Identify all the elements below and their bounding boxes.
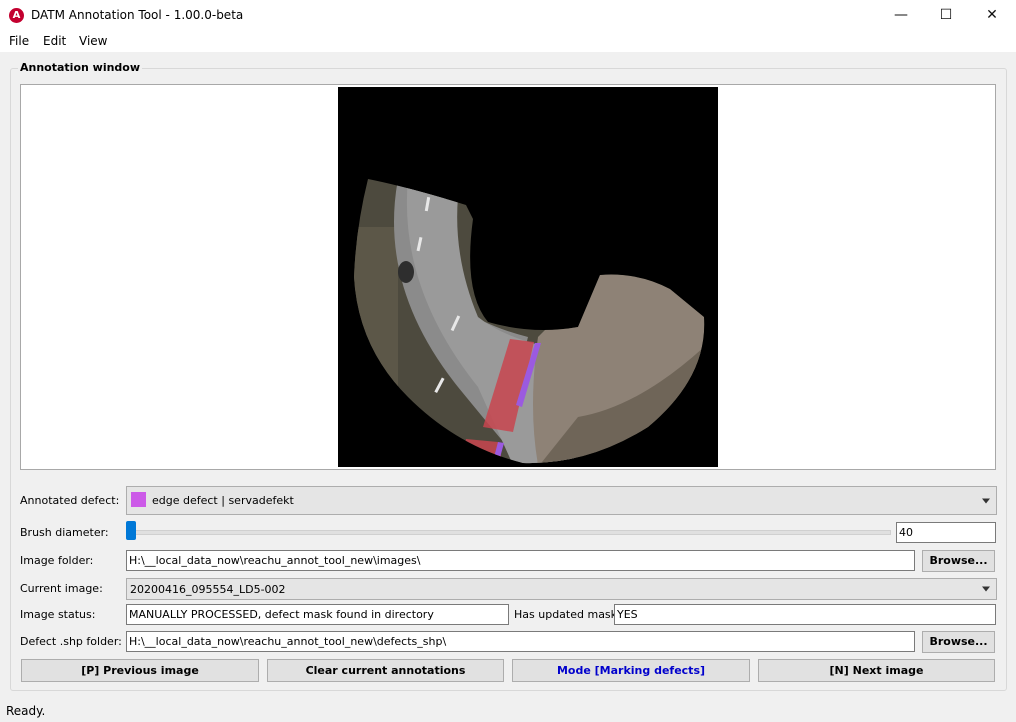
clear-annotations-button[interactable]: Clear current annotations [267, 659, 504, 682]
shp-folder-field[interactable]: H:\__local_data_now\reachu_annot_tool_ne… [126, 631, 915, 652]
current-image-value: 20200416_095554_LD5-002 [130, 583, 286, 596]
brush-diameter-label: Brush diameter: [20, 526, 109, 539]
menu-bar: File Edit View [0, 31, 1016, 52]
mode-button[interactable]: Mode [Marking defects] [512, 659, 750, 682]
status-bar-text: Ready. [6, 704, 46, 718]
menu-file[interactable]: File [9, 34, 29, 48]
image-status-field[interactable]: MANUALLY PROCESSED, defect mask found in… [126, 604, 509, 625]
browse-images-button[interactable]: Browse... [922, 550, 995, 572]
maximize-button[interactable]: ☐ [923, 0, 969, 31]
previous-image-button[interactable]: [P] Previous image [21, 659, 259, 682]
app-logo-icon: A [9, 8, 24, 23]
updated-mask-label: Has updated mask? [514, 608, 623, 621]
road-image [354, 179, 705, 464]
close-button[interactable]: ✕ [969, 0, 1015, 31]
image-folder-field[interactable]: H:\__local_data_now\reachu_annot_tool_ne… [126, 550, 915, 571]
defect-color-swatch [131, 492, 146, 507]
annotated-defect-label: Annotated defect: [20, 494, 120, 507]
image-canvas[interactable] [338, 87, 718, 467]
annotated-defect-combo[interactable]: edge defect | servadefekt [126, 486, 997, 515]
browse-shp-button[interactable]: Browse... [922, 631, 995, 653]
annotation-canvas[interactable] [20, 84, 996, 470]
annotated-defect-value: edge defect | servadefekt [152, 494, 294, 507]
brush-slider-thumb[interactable] [126, 521, 136, 540]
current-image-label: Current image: [20, 582, 103, 595]
image-folder-label: Image folder: [20, 554, 94, 567]
menu-edit[interactable]: Edit [43, 34, 66, 48]
brush-slider-track[interactable] [127, 530, 891, 535]
title-bar: A DATM Annotation Tool - 1.00.0-beta — ☐… [0, 0, 1016, 31]
next-image-button[interactable]: [N] Next image [758, 659, 995, 682]
updated-mask-field[interactable]: YES [614, 604, 996, 625]
image-status-label: Image status: [20, 608, 96, 621]
brush-diameter-field[interactable]: 40 [896, 522, 996, 543]
chevron-down-icon [982, 586, 990, 592]
minimize-button[interactable]: — [878, 0, 924, 31]
current-image-combo[interactable]: 20200416_095554_LD5-002 [126, 578, 997, 600]
menu-view[interactable]: View [79, 34, 107, 48]
shp-folder-label: Defect .shp folder: [20, 635, 122, 648]
window-title: DATM Annotation Tool - 1.00.0-beta [31, 8, 244, 22]
annotation-group-title: Annotation window [18, 61, 143, 74]
chevron-down-icon [982, 498, 990, 503]
